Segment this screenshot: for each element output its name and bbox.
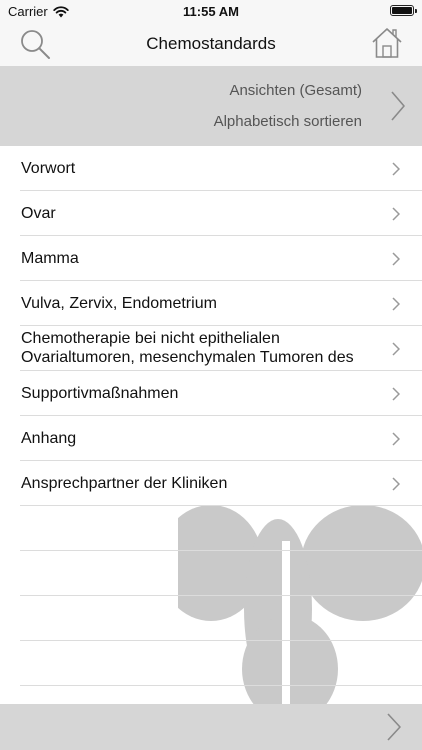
chevron-right-icon xyxy=(392,297,400,311)
list-item-chemotherapie[interactable]: Chemotherapie bei nicht epithelialen Ova… xyxy=(20,326,422,371)
chevron-right-icon xyxy=(392,252,400,266)
chevron-right-icon xyxy=(392,207,400,221)
logo-watermark-icon xyxy=(178,505,422,704)
list-item-label: Vorwort xyxy=(21,159,76,177)
list-separator xyxy=(20,550,422,551)
list-separator xyxy=(20,640,422,641)
list-item-label: Chemotherapie bei nicht epithelialen Ova… xyxy=(21,330,354,366)
list-separator xyxy=(20,595,422,596)
list-item-label: Ovar xyxy=(21,204,56,222)
home-icon[interactable] xyxy=(370,26,404,60)
list-item-vulva[interactable]: Vulva, Zervix, Endometrium xyxy=(20,281,422,326)
nav-bar: Chemostandards xyxy=(0,22,422,66)
page-title: Chemostandards xyxy=(146,34,276,53)
chevron-right-icon xyxy=(392,162,400,176)
list-item-label: Mamma xyxy=(21,249,79,267)
chapter-list: Vorwort Ovar Mamma Vulva, Zervix, Endome… xyxy=(0,146,422,704)
list-item-label: Supportivmaßnahmen xyxy=(21,384,179,402)
list-item-ovar[interactable]: Ovar xyxy=(20,191,422,236)
sort-header[interactable]: Ansichten (Gesamt) Alphabetisch sortiere… xyxy=(0,66,422,146)
view-mode-label[interactable]: Ansichten (Gesamt) xyxy=(229,82,362,99)
list-item-label: Anhang xyxy=(21,429,77,447)
status-time: 11:55 AM xyxy=(183,4,239,19)
chevron-right-icon xyxy=(392,432,400,446)
list-item-supportiv[interactable]: Supportivmaßnahmen xyxy=(20,371,422,416)
list-item-vorwort[interactable]: Vorwort xyxy=(20,146,422,191)
chevron-right-icon xyxy=(392,342,400,356)
list-separator xyxy=(20,685,422,686)
chevron-right-icon xyxy=(392,477,400,491)
next-chevron-icon[interactable] xyxy=(386,712,402,742)
list-item-label: Vulva, Zervix, Endometrium xyxy=(21,294,217,312)
list-item-ansprechpartner[interactable]: Ansprechpartner der Kliniken xyxy=(20,461,422,506)
battery-icon xyxy=(390,5,417,16)
chevron-right-icon xyxy=(392,387,400,401)
list-item-label: Ansprechpartner der Kliniken xyxy=(21,474,228,492)
list-item-anhang[interactable]: Anhang xyxy=(20,416,422,461)
list-item-mamma[interactable]: Mamma xyxy=(20,236,422,281)
status-bar: Carrier 11:55 AM xyxy=(0,0,422,22)
sort-order-label[interactable]: Alphabetisch sortieren xyxy=(214,113,362,130)
bottom-toolbar xyxy=(0,704,422,750)
chevron-right-icon[interactable] xyxy=(390,90,406,122)
